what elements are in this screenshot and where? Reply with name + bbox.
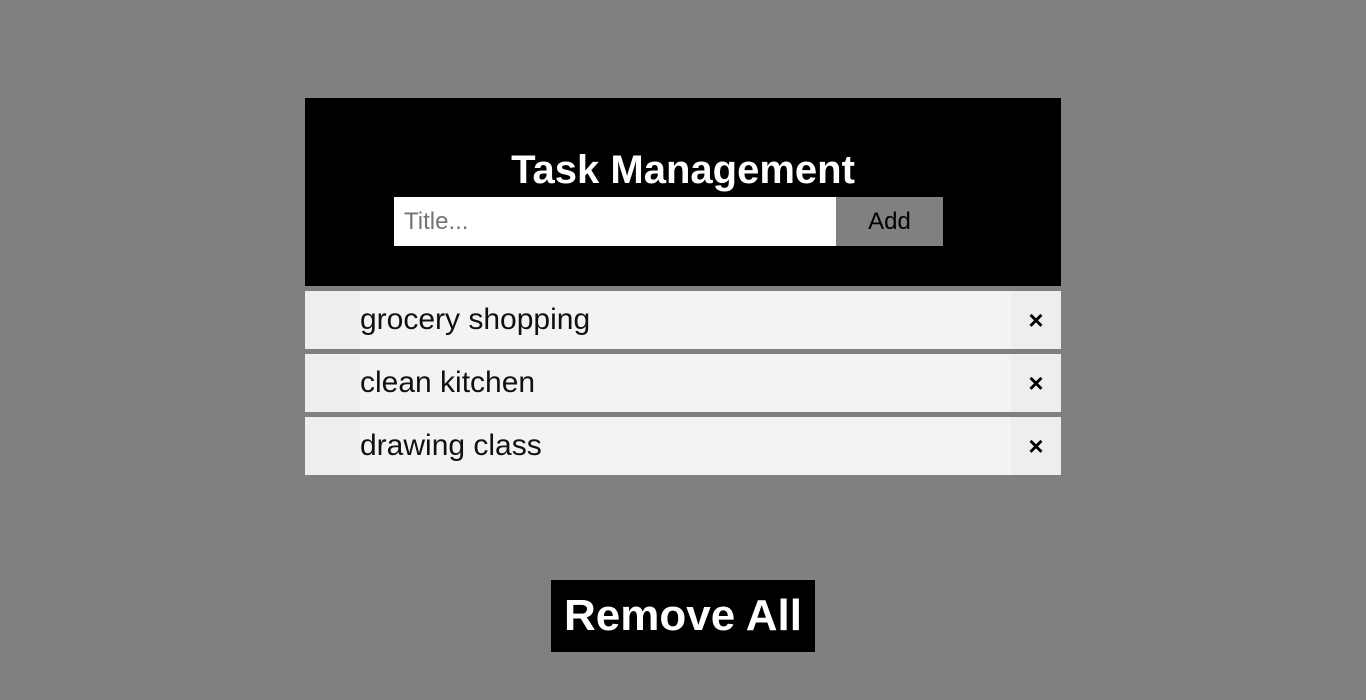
task-label: grocery shopping [360,303,591,336]
task-label: clean kitchen [360,366,536,399]
task-gutter [305,417,360,475]
title-input[interactable] [394,197,836,246]
close-icon[interactable]: × [1011,417,1061,475]
list-item[interactable]: clean kitchen × [305,354,1061,412]
list-item[interactable]: grocery shopping × [305,291,1061,349]
add-button[interactable]: Add [836,197,943,246]
task-header: Task Management Add [305,98,1061,286]
page-title: Task Management [511,148,855,192]
close-icon[interactable]: × [1011,354,1061,412]
list-item[interactable]: drawing class × [305,417,1061,475]
add-task-row: Add [394,197,943,246]
task-label: drawing class [360,429,542,462]
task-gutter [305,354,360,412]
task-list: grocery shopping × clean kitchen × drawi… [305,291,1061,475]
task-gutter [305,291,360,349]
remove-all-button[interactable]: Remove All [551,580,815,652]
task-app: Task Management Add grocery shopping × c… [305,98,1061,475]
close-icon[interactable]: × [1011,291,1061,349]
